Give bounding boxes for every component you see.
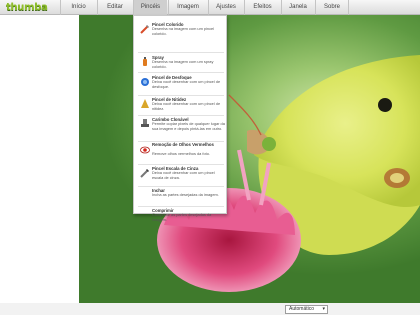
item-description: Desenha na imagem com um spray colorido. — [152, 59, 214, 69]
brushes-dropdown-menu: Pincel Colorido Desenha na imagem com um… — [133, 15, 228, 221]
menu-imagem[interactable]: Imagem — [168, 0, 207, 15]
menu-divider — [138, 95, 224, 96]
app-logo[interactable]: thumba — [6, 2, 48, 13]
menu-item-pincel-escala-cinza[interactable]: Pincel Escala de Cinza Deixa você desenh… — [134, 166, 228, 184]
zoom-select[interactable]: Automático ▾ — [285, 305, 328, 314]
item-description: Deixa você desenhar com um pincel escala… — [152, 170, 215, 180]
menu-janela[interactable]: Janela — [281, 0, 314, 15]
menu-divider — [138, 115, 224, 116]
photo-butterfly-on-flower — [157, 55, 420, 292]
menu-item-pincel-desfoque[interactable]: Pincel de Desfoque Deixa você desenhar c… — [134, 75, 228, 93]
item-description: Deixa você desenhar com um pincel de des… — [152, 79, 221, 89]
image-canvas[interactable] — [79, 15, 420, 304]
menu-ajustes[interactable]: Ajustes — [208, 0, 243, 15]
item-title: Remoção de Olhos Vermelhos — [152, 142, 214, 147]
menu-divider — [138, 164, 224, 165]
menu-item-inchar[interactable]: Inchar Incha as partes desejadas da imag… — [134, 188, 228, 202]
sharpen-brush-icon — [141, 99, 149, 108]
red-eye-icon — [140, 146, 150, 154]
menu-editar[interactable]: Editar — [97, 0, 132, 15]
item-description: Comprime as partes desejadas da imagem. — [152, 212, 212, 222]
menu-item-comprimir[interactable]: Comprimir Comprime as partes desejadas d… — [134, 208, 228, 222]
spray-can-icon — [143, 57, 147, 66]
menu-item-remocao-olhos-vermelhos[interactable]: Remoção de Olhos Vermelhos Remove olhos … — [134, 142, 228, 162]
item-description: Desenha na imagem com um pincel colorido… — [152, 26, 215, 36]
menu-item-carimbo-clonavel[interactable]: Carimbo Clonável Permite copiar pixels d… — [134, 117, 228, 139]
menu-efeitos[interactable]: Efeitos — [244, 0, 280, 15]
menu-item-spray[interactable]: Spray Desenha na imagem com um spray col… — [134, 55, 228, 69]
chevron-down-icon: ▾ — [322, 306, 325, 312]
menu-item-pincel-nitidez[interactable]: Pincel de Nitidez Deixa você desenhar co… — [134, 97, 228, 115]
menu-pinceis[interactable]: Pincéis — [133, 0, 167, 15]
menu-divider — [138, 52, 224, 53]
zoom-value: Automático — [289, 306, 315, 312]
item-description: Incha as partes desejadas da imagem. — [152, 192, 219, 197]
menu-inicio[interactable]: Início — [60, 0, 96, 15]
menu-item-pincel-colorido[interactable]: Pincel Colorido Desenha na imagem com um… — [134, 22, 228, 37]
status-bar — [0, 303, 420, 315]
menu-divider — [138, 206, 224, 207]
menu-divider — [138, 72, 224, 73]
colored-brush-icon — [140, 25, 149, 34]
item-description: Deixa você desenhar com um pincel de nit… — [152, 101, 221, 111]
menu-bar: thumba Início Editar Pincéis Imagem Ajus… — [0, 0, 420, 15]
menu-sobre[interactable]: Sobre — [315, 0, 349, 15]
item-description: Remove olhos vermelhos da foto. — [152, 151, 210, 156]
item-description: Permite copiar pixels de qualquer lugar … — [152, 121, 225, 131]
grayscale-brush-icon — [140, 169, 149, 178]
clone-stamp-icon — [141, 119, 149, 127]
menu-divider — [138, 186, 224, 187]
blur-brush-icon — [141, 78, 149, 86]
